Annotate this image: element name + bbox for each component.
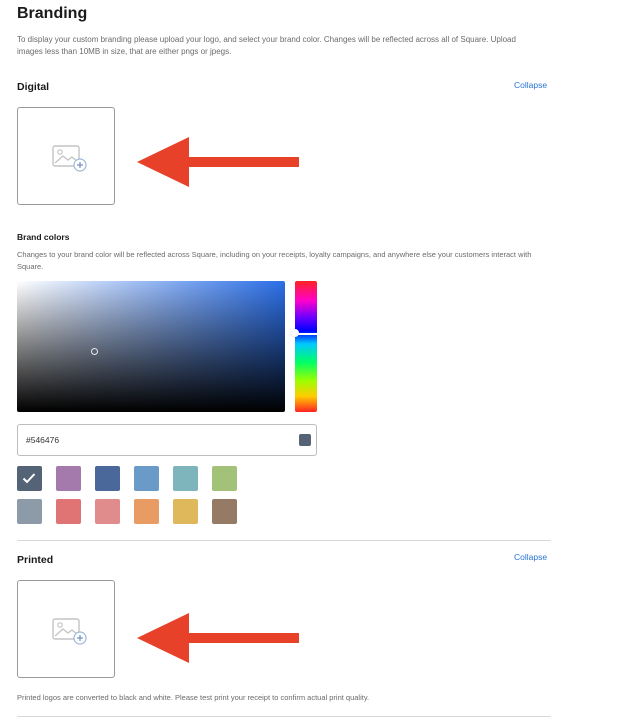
branding-intro-text: To display your custom branding please u… <box>17 35 516 56</box>
hex-color-preview <box>299 434 311 446</box>
color-swatch[interactable] <box>17 466 42 491</box>
color-swatch[interactable] <box>212 499 237 524</box>
digital-section-title: Digital <box>17 81 50 93</box>
page-title: Branding <box>17 5 88 22</box>
color-swatch[interactable] <box>95 499 120 524</box>
brand-colors-description: Changes to your brand color will be refl… <box>17 250 532 271</box>
printed-logo-upload[interactable] <box>17 580 115 678</box>
hue-slider[interactable] <box>295 281 317 412</box>
section-divider <box>17 540 551 541</box>
checkmark-icon <box>22 473 36 484</box>
color-swatch[interactable] <box>173 499 198 524</box>
printed-note: Printed logos are converted to black and… <box>17 693 370 702</box>
color-swatch[interactable] <box>134 466 159 491</box>
saturation-picker-handle[interactable] <box>91 348 98 355</box>
color-saturation-picker[interactable] <box>17 281 285 412</box>
color-swatch[interactable] <box>212 466 237 491</box>
color-swatch[interactable] <box>17 499 42 524</box>
image-add-icon <box>52 145 87 172</box>
color-swatch[interactable] <box>173 466 198 491</box>
color-swatch[interactable] <box>134 499 159 524</box>
brand-colors-title: Brand colors <box>17 232 70 242</box>
printed-collapse-link[interactable]: Collapse <box>514 552 547 562</box>
red-arrow-icon <box>137 137 299 187</box>
hex-color-input[interactable] <box>17 424 317 456</box>
hue-slider-handle[interactable] <box>291 329 299 337</box>
red-arrow-icon <box>137 613 299 663</box>
color-swatch[interactable] <box>56 499 81 524</box>
digital-logo-upload[interactable] <box>17 107 115 205</box>
image-add-icon <box>52 618 87 645</box>
color-swatch[interactable] <box>95 466 120 491</box>
color-swatch[interactable] <box>56 466 81 491</box>
section-divider-bottom <box>17 716 551 717</box>
printed-section-title: Printed <box>17 554 54 566</box>
digital-collapse-link[interactable]: Collapse <box>514 80 547 90</box>
